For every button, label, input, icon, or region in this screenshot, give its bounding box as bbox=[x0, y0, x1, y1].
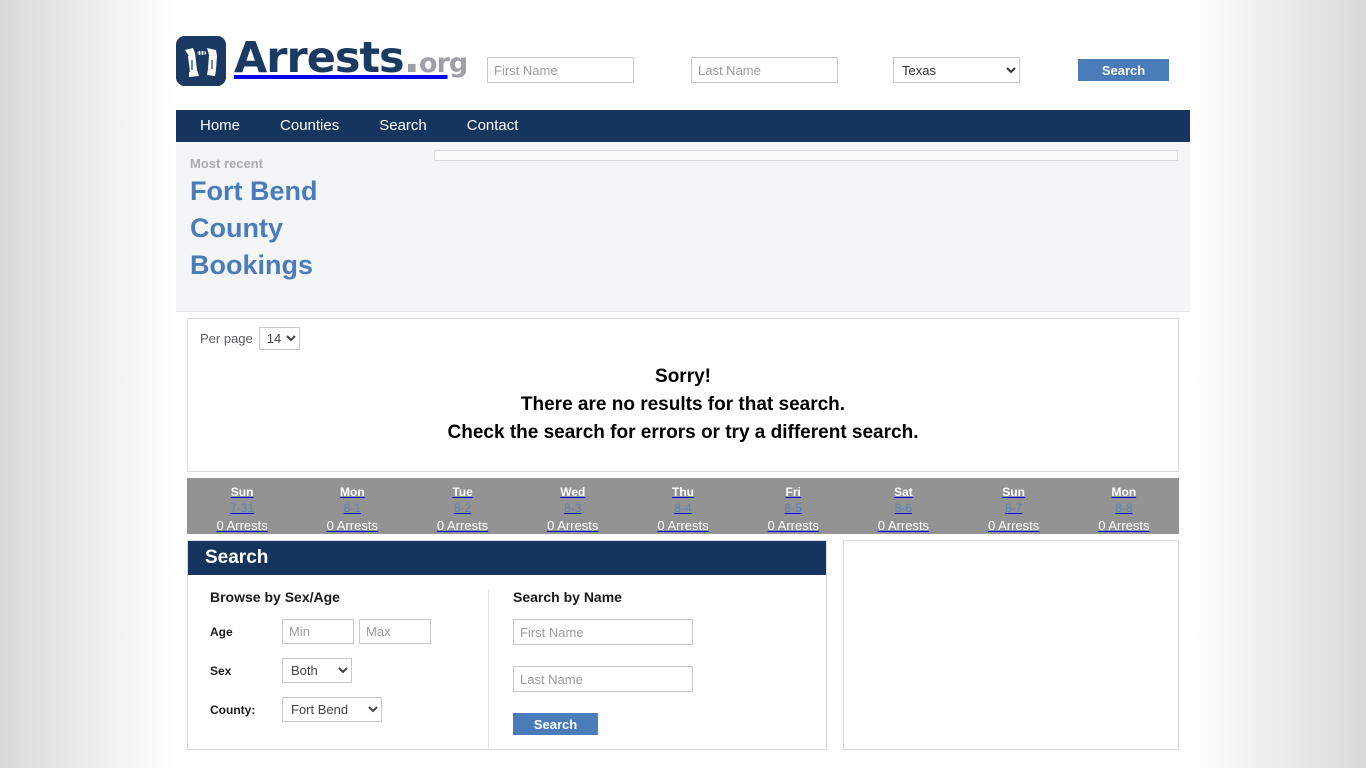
panel-search-button[interactable]: Search bbox=[513, 713, 598, 735]
panel-last-name-input[interactable] bbox=[513, 666, 693, 692]
header-last-name-input[interactable] bbox=[691, 57, 838, 83]
date-cell-date: 8-6 bbox=[894, 501, 913, 515]
date-cell-count: 0 Arrests bbox=[436, 518, 489, 533]
page-title: Fort Bend County Bookings bbox=[190, 176, 318, 280]
age-min-input[interactable] bbox=[282, 619, 354, 644]
age-field-row: Age bbox=[210, 619, 488, 644]
results-panel: Per page 14 Sorry! There are no results … bbox=[187, 318, 1179, 472]
date-cell-count: 0 Arrests bbox=[987, 518, 1040, 533]
date-cell-date: 8-8 bbox=[1115, 501, 1133, 515]
page-shell: Arrests.org Texas Search Home Counties S… bbox=[0, 0, 1366, 768]
date-cell-dow: Sun bbox=[230, 485, 254, 499]
lower-section: Search Browse by Sex/Age Age Sex bbox=[187, 540, 1179, 751]
date-cell-count: 0 Arrests bbox=[657, 518, 709, 533]
site-container: Arrests.org Texas Search Home Counties S… bbox=[176, 0, 1190, 768]
browse-by-sex-age-column: Browse by Sex/Age Age Sex Both bbox=[188, 589, 488, 751]
county-label: County: bbox=[210, 702, 256, 717]
sex-select[interactable]: Both bbox=[282, 658, 352, 683]
sidebar-ad-placeholder bbox=[843, 540, 1179, 750]
date-cell-count: 0 Arrests bbox=[216, 518, 268, 533]
county-select[interactable]: Fort Bend bbox=[282, 697, 382, 722]
per-page-control: Per page 14 bbox=[200, 327, 300, 350]
date-cell[interactable]: Fri 8-5 0 Arrests bbox=[738, 478, 848, 534]
per-page-label: Per page bbox=[200, 331, 253, 346]
header-state-select[interactable]: Texas bbox=[893, 57, 1020, 83]
date-cell-count: 0 Arrests bbox=[877, 518, 930, 533]
date-cell-date: 7-31 bbox=[230, 501, 255, 515]
sex-label: Sex bbox=[210, 663, 232, 678]
header-search-button[interactable]: Search bbox=[1078, 59, 1169, 81]
site-logo[interactable]: Arrests.org bbox=[176, 33, 468, 89]
date-cell[interactable]: Sun 7-31 0 Arrests bbox=[187, 478, 297, 534]
date-cell-dow: Tue bbox=[452, 485, 473, 499]
per-page-select[interactable]: 14 bbox=[258, 327, 300, 350]
logo-dot: . bbox=[403, 33, 420, 83]
search-panel-body: Browse by Sex/Age Age Sex Both bbox=[188, 575, 826, 751]
no-results-line-1: Sorry! bbox=[655, 366, 711, 387]
search-by-name-title: Search by Name bbox=[513, 589, 622, 605]
nav-item-search[interactable]: Search bbox=[379, 110, 427, 142]
date-cell-dow: Sat bbox=[894, 485, 913, 499]
date-cell-dow: Mon bbox=[340, 485, 365, 499]
date-cell-count: 0 Arrests bbox=[547, 518, 599, 533]
date-cell[interactable]: Wed 8-3 0 Arrests bbox=[518, 478, 628, 534]
age-label: Age bbox=[210, 624, 233, 639]
date-cell-date: 8-7 bbox=[1004, 501, 1023, 515]
date-cell-count: 0 Arrests bbox=[767, 518, 819, 533]
search-panel-header: Search bbox=[188, 541, 826, 575]
search-panel-title: Search bbox=[205, 547, 269, 568]
date-cell-count: 0 Arrests bbox=[326, 518, 378, 533]
search-by-name-column: Search by Name Search bbox=[488, 589, 808, 751]
nav-item-home[interactable]: Home bbox=[200, 110, 240, 142]
date-cell-dow: Wed bbox=[560, 485, 586, 499]
date-cell-date: 8-1 bbox=[343, 501, 361, 515]
date-summary-bar: Sun 7-31 0 Arrests Mon 8-1 0 Arrests Tue… bbox=[187, 478, 1179, 534]
search-panel: Search Browse by Sex/Age Age Sex bbox=[187, 540, 827, 751]
no-results-message: Sorry! There are no results for that sea… bbox=[188, 363, 1178, 447]
county-field-row: County: Fort Bend bbox=[210, 697, 488, 722]
panel-first-name-input[interactable] bbox=[513, 619, 693, 645]
date-cell[interactable]: Sat 8-6 0 Arrests bbox=[848, 478, 958, 534]
date-cell-count: 0 Arrests bbox=[1098, 518, 1150, 533]
date-cell[interactable]: Mon 8-8 0 Arrests bbox=[1069, 478, 1179, 534]
top-ad-placeholder bbox=[434, 150, 1178, 161]
logo-name: Arrests bbox=[234, 33, 405, 83]
handcuffs-icon bbox=[176, 36, 226, 86]
date-cell[interactable]: Thu 8-4 0 Arrests bbox=[628, 478, 738, 534]
date-cell-dow: Mon bbox=[1111, 485, 1137, 499]
main-navigation: Home Counties Search Contact bbox=[176, 110, 1190, 142]
nav-item-contact[interactable]: Contact bbox=[467, 110, 519, 142]
sex-field-row: Sex Both bbox=[210, 658, 488, 683]
header-first-name-input[interactable] bbox=[487, 57, 634, 83]
no-results-line-3: Check the search for errors or try a dif… bbox=[447, 422, 919, 443]
no-results-line-2: There are no results for that search. bbox=[520, 394, 846, 415]
date-cell-date: 8-5 bbox=[784, 501, 802, 515]
hero-eyebrow: Most recent bbox=[190, 156, 263, 171]
date-cell-date: 8-3 bbox=[564, 501, 582, 515]
age-max-input[interactable] bbox=[359, 619, 431, 644]
date-cell-date: 8-4 bbox=[674, 501, 692, 515]
date-cell-date: 8-2 bbox=[453, 501, 472, 515]
browse-by-sex-age-title: Browse by Sex/Age bbox=[210, 589, 340, 605]
nav-item-counties[interactable]: Counties bbox=[280, 110, 339, 142]
date-cell-dow: Sun bbox=[1002, 485, 1025, 499]
logo-tld: org bbox=[418, 48, 468, 79]
date-cell[interactable]: Sun 8-7 0 Arrests bbox=[959, 478, 1069, 534]
date-cell[interactable]: Mon 8-1 0 Arrests bbox=[297, 478, 407, 534]
site-header: Arrests.org Texas Search bbox=[176, 0, 1190, 110]
logo-wordmark: Arrests.org bbox=[234, 33, 468, 89]
date-cell[interactable]: Tue 8-2 0 Arrests bbox=[407, 478, 517, 534]
hero-section: Most recent Fort Bend County Bookings bbox=[176, 142, 1190, 312]
date-cell-dow: Thu bbox=[671, 485, 694, 499]
date-cell-dow: Fri bbox=[785, 485, 801, 499]
